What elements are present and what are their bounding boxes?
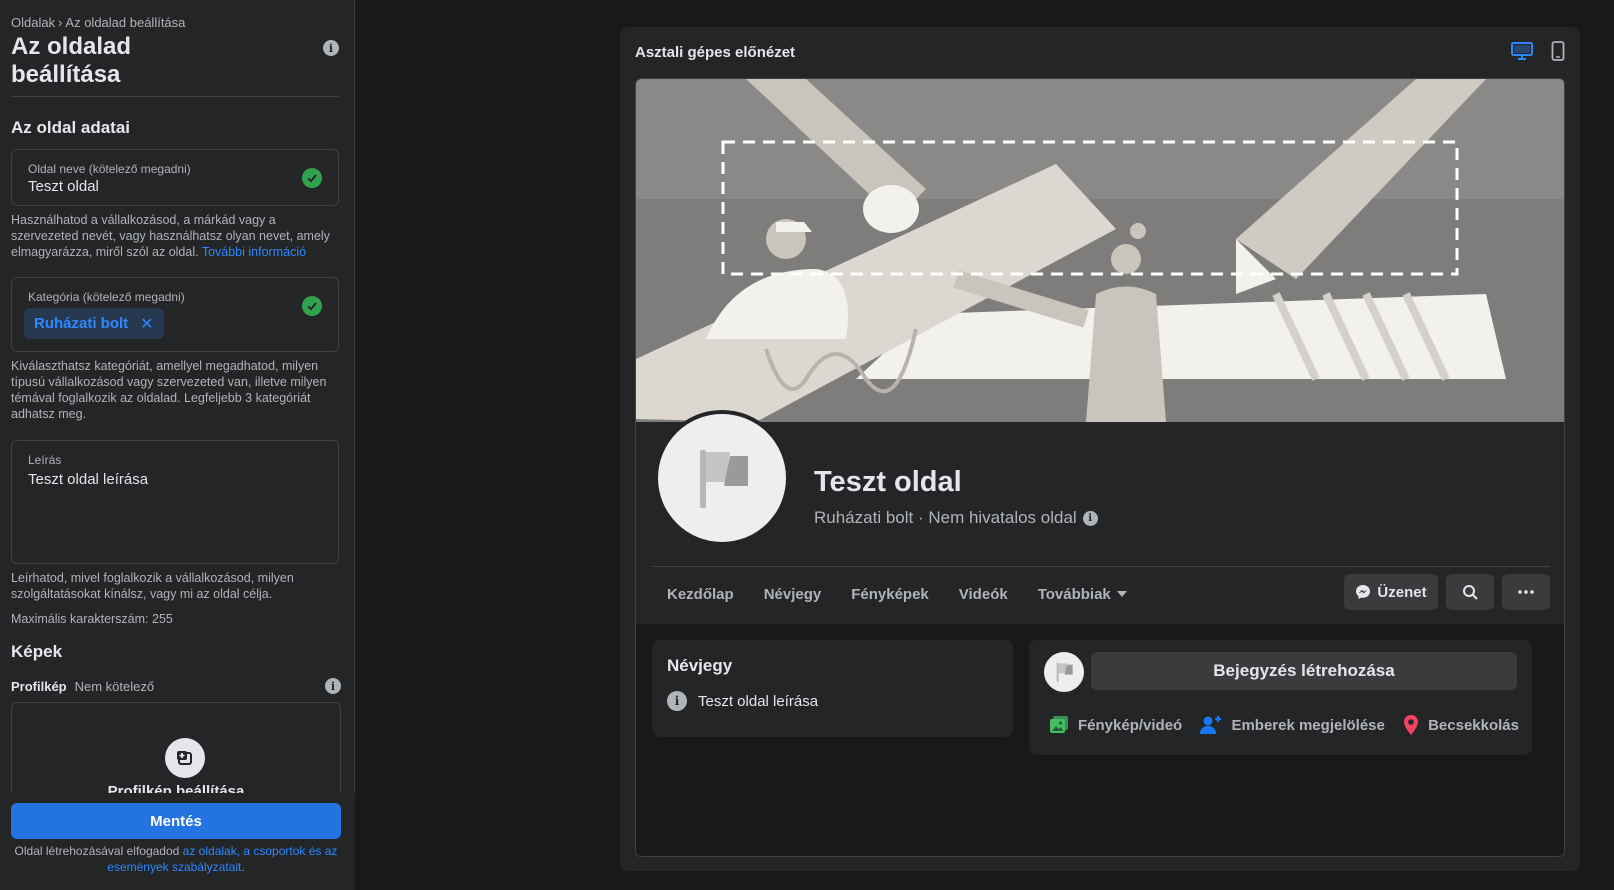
search-button[interactable] [1446, 574, 1494, 610]
cover-photo [636, 79, 1564, 422]
optional-label: Nem kötelező [74, 678, 155, 694]
profile-pic-label: Profilkép [11, 678, 67, 694]
section-heading-images: Képek [11, 642, 63, 661]
check-icon [302, 296, 322, 316]
description-label: Leírás [28, 453, 62, 467]
photo-video-action[interactable]: Fénykép/videó [1049, 714, 1182, 736]
post-composer: Bejegyzés létrehozása Fénykép/videó Embe… [1029, 640, 1532, 755]
check-icon [302, 168, 322, 188]
tag-people-icon [1200, 716, 1222, 734]
tag-people-action[interactable]: Emberek megjelölése [1200, 714, 1385, 736]
photo-video-label: Fénykép/videó [1078, 716, 1183, 734]
close-icon[interactable]: ✕ [140, 314, 153, 334]
terms-text: Oldal létrehozásával elfogadod az oldala… [14, 844, 338, 874]
section-heading-page-info: Az oldal adatai [11, 118, 131, 137]
desktop-icon[interactable] [1511, 41, 1533, 66]
breadcrumb: Oldalak › Az oldalad beállítása [11, 15, 339, 31]
page-preview-frame: Teszt oldal Ruházati bolt · Nem hivatalo… [635, 78, 1565, 857]
preview-page-name: Teszt oldal [814, 466, 962, 498]
avatar[interactable] [654, 410, 790, 546]
create-post-button[interactable]: Bejegyzés létrehozása [1091, 652, 1517, 690]
search-icon [1463, 585, 1478, 600]
info-icon[interactable]: i [1082, 510, 1098, 526]
location-icon [1404, 715, 1419, 735]
divider [11, 96, 339, 97]
preview-page-subtitle: Ruházati bolt · Nem hivatalos oldal i [814, 508, 1098, 528]
category-field[interactable]: Kategória (kötelező megadni) Ruházati bo… [11, 277, 339, 352]
photo-icon [1050, 716, 1068, 733]
flag-icon [658, 414, 786, 542]
mobile-icon[interactable] [1551, 41, 1565, 66]
tag-people-label: Emberek megjelölése [1231, 716, 1385, 734]
info-icon[interactable]: i [323, 40, 339, 56]
preview-title: Asztali gépes előnézet [635, 44, 796, 61]
caret-down-icon [1116, 591, 1127, 597]
add-photo-icon [165, 738, 205, 778]
about-card: Névjegy i Teszt oldal leírása [652, 640, 1013, 737]
description-help: Leírhatod, mivel foglalkozik a vállalkoz… [11, 571, 294, 601]
info-icon[interactable]: i [325, 678, 341, 694]
tab-videos[interactable]: Videók [944, 576, 1023, 612]
description-field[interactable]: Leírás Teszt oldal leírása [11, 440, 339, 564]
info-icon: i [667, 691, 687, 711]
category-chip-label: Ruházati bolt [34, 315, 129, 332]
description-input[interactable]: Teszt oldal leírása [28, 471, 148, 488]
category-chip: Ruházati bolt ✕ [24, 308, 164, 339]
more-info-link[interactable]: További információ [202, 245, 306, 259]
page-title: Az oldalad beállítása [11, 33, 132, 88]
more-icon [1518, 590, 1534, 594]
category-help: Kiválaszthatsz kategóriát, amellyel mega… [11, 359, 327, 421]
breadcrumb-root[interactable]: Oldalak [11, 15, 55, 30]
page-header: Teszt oldal Ruházati bolt · Nem hivatalo… [636, 410, 1564, 624]
profile-pic-upload[interactable]: Profilkép beállítása [11, 702, 341, 793]
check-in-label: Becsekkolás [1428, 716, 1519, 734]
about-text: Teszt oldal leírása [698, 692, 819, 710]
sidebar-footer: Mentés Oldal létrehozásával elfogadod az… [0, 793, 355, 890]
page-name-field[interactable]: Oldal neve (kötelező megadni) Teszt olda… [11, 149, 339, 206]
save-button[interactable]: Mentés [11, 803, 341, 839]
upload-label: Profilkép beállítása [107, 783, 245, 793]
settings-sidebar: Oldalak › Az oldalad beállítása Az oldalad… [0, 0, 355, 890]
tab-about[interactable]: Névjegy [749, 576, 837, 612]
preview-panel: Asztali gépes előnézet Teszt oldal Ruház… [620, 27, 1580, 871]
category-label: Kategória (kötelező megadni) [28, 290, 185, 304]
more-button[interactable] [1502, 574, 1550, 610]
page-name-label: Oldal neve (kötelező megadni) [28, 162, 191, 176]
sidebar-scroll-area[interactable]: Oldalak › Az oldalad beállítása Az oldalad… [0, 0, 355, 793]
page-name-input[interactable]: Teszt oldal [28, 178, 99, 195]
tab-more[interactable]: Továbbiak [1023, 576, 1142, 612]
page-name-help: Használhatod a vállalkozásod, a márkád v… [11, 213, 330, 259]
divider [652, 566, 1550, 567]
tab-photos[interactable]: Fényképek [836, 576, 944, 612]
message-label: Üzenet [1377, 583, 1427, 601]
max-chars: Maximális karakterszám: 255 [11, 612, 173, 626]
check-in-action[interactable]: Becsekkolás [1403, 714, 1519, 736]
profile-pic-label-row: Profilkép Nem kötelező [11, 679, 154, 694]
page-nav: Kezdőlap Névjegy Fényképek Videók Tovább… [652, 576, 1142, 612]
breadcrumb-current: Az oldalad beállítása [65, 15, 186, 30]
tab-home[interactable]: Kezdőlap [652, 576, 749, 612]
breadcrumb-separator: › [58, 15, 63, 30]
flag-icon [1044, 652, 1084, 692]
message-button[interactable]: Üzenet [1344, 574, 1438, 610]
about-heading: Névjegy [667, 656, 733, 675]
messenger-icon [1356, 585, 1371, 599]
